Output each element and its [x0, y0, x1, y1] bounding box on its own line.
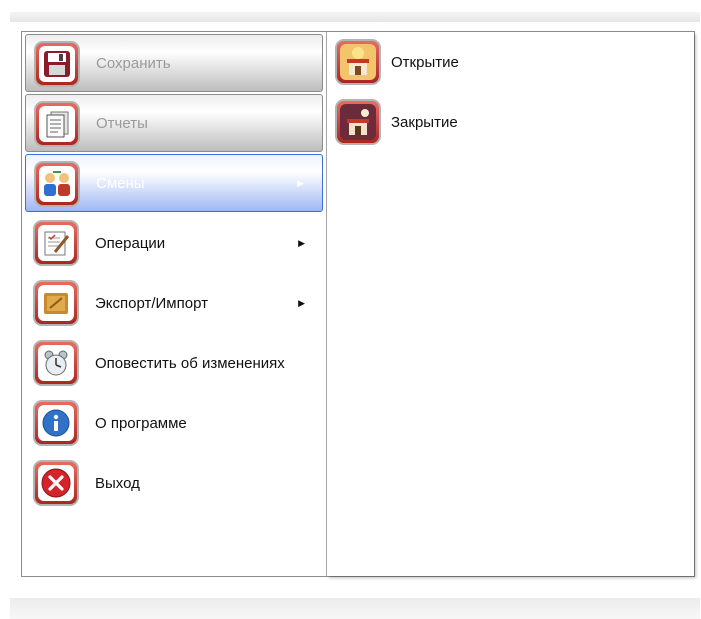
menu-item-about[interactable]: О программе: [25, 394, 323, 452]
menu-item-shifts[interactable]: Смены ▶: [25, 154, 323, 212]
submenu-arrow-icon: ▶: [297, 177, 304, 188]
menu-item-operations[interactable]: Операции ▶: [25, 214, 323, 272]
menu-item-notify-changes[interactable]: Оповестить об изменениях: [25, 334, 323, 392]
menu-item-label: Сохранить: [96, 54, 171, 72]
menu-item-label: Отчеты: [96, 114, 148, 132]
menu-item-label: О программе: [95, 414, 187, 432]
menu-item-label: Смены: [96, 174, 145, 192]
top-strip: [10, 12, 700, 22]
menu-item-label: Операции: [95, 234, 166, 252]
shift-close-icon: [335, 99, 381, 145]
submenu-item-label: Открытие: [391, 53, 459, 71]
exit-icon: [33, 460, 79, 506]
menu-item-reports[interactable]: Отчеты: [25, 94, 323, 152]
submenu-item-open[interactable]: Открытие: [333, 34, 673, 90]
menu-item-exit[interactable]: Выход: [25, 454, 323, 512]
shift-open-icon: [335, 39, 381, 85]
info-icon: [33, 400, 79, 446]
bottom-strip: [10, 598, 700, 619]
main-menu-pane: Сохранить Отчеты Смены ▶ Операции ▶ Эксп…: [22, 32, 327, 576]
shifts-icon: [34, 161, 80, 207]
save-icon: [34, 41, 80, 87]
notify-icon: [33, 340, 79, 386]
menu-item-save[interactable]: Сохранить: [25, 34, 323, 92]
application-menu: Сохранить Отчеты Смены ▶ Операции ▶ Эксп…: [21, 31, 695, 577]
operations-icon: [33, 220, 79, 266]
menu-item-label: Оповестить об изменениях: [95, 354, 285, 372]
submenu-pane: Открытие Закрытие: [327, 32, 694, 576]
submenu-item-label: Закрытие: [391, 113, 458, 131]
menu-item-label: Выход: [95, 474, 140, 492]
menu-item-export-import[interactable]: Экспорт/Импорт ▶: [25, 274, 323, 332]
export-import-icon: [33, 280, 79, 326]
submenu-arrow-icon: ▶: [298, 237, 305, 248]
submenu-arrow-icon: ▶: [298, 297, 305, 308]
submenu-item-close[interactable]: Закрытие: [333, 94, 673, 150]
menu-item-label: Экспорт/Импорт: [95, 294, 208, 312]
reports-icon: [34, 101, 80, 147]
